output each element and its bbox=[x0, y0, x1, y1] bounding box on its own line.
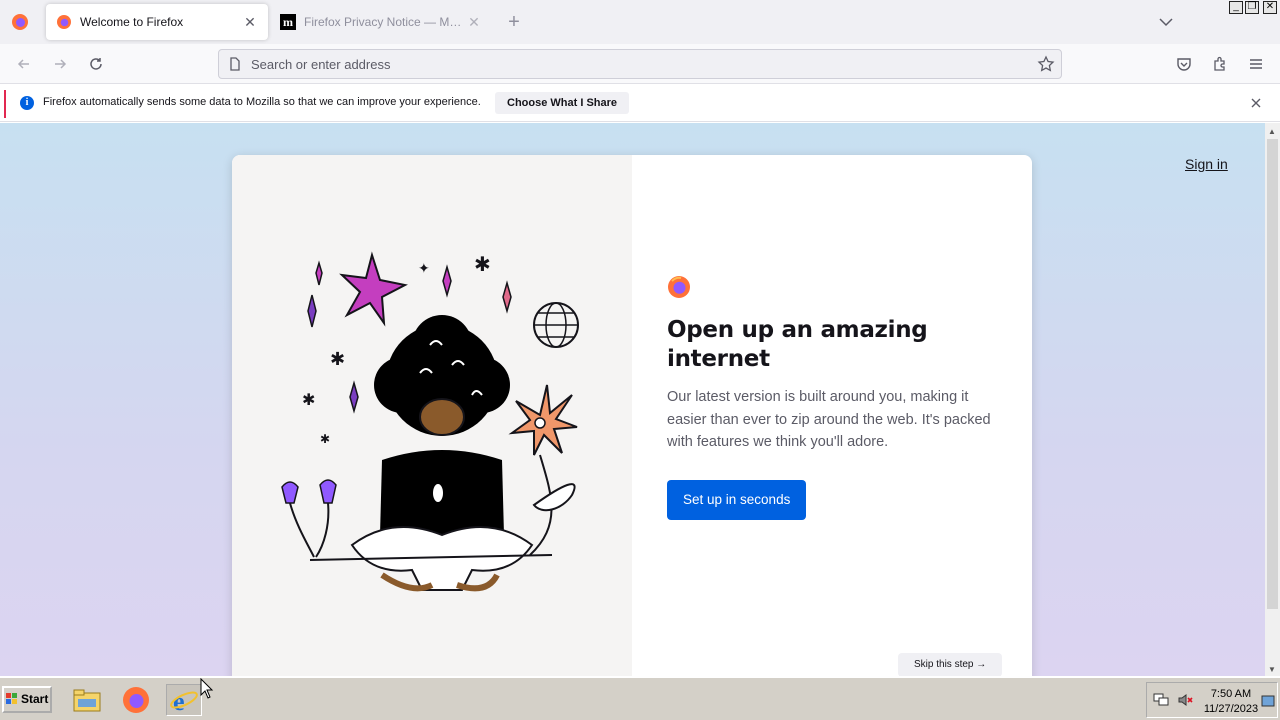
svg-text:✱: ✱ bbox=[320, 432, 330, 446]
person-with-laptop-illustration: ✱ ✱ ✱ ✱ ✦ bbox=[281, 251, 579, 592]
bookmark-star-icon[interactable] bbox=[1037, 55, 1055, 73]
url-input[interactable] bbox=[251, 50, 1011, 78]
clock-time: 7:50 AM bbox=[1210, 688, 1252, 700]
notification-accent bbox=[4, 90, 6, 118]
scroll-down-icon[interactable]: ▼ bbox=[1268, 665, 1276, 674]
firefox-logo-icon bbox=[668, 276, 690, 298]
skip-label: Skip this step bbox=[914, 659, 974, 670]
restore-icon[interactable]: ❐ bbox=[1245, 1, 1259, 14]
page-scrollbar[interactable]: ▲ ▼ bbox=[1265, 123, 1280, 676]
minimize-icon[interactable]: _ bbox=[1229, 1, 1243, 14]
svg-text:✱: ✱ bbox=[330, 349, 345, 370]
new-tab-icon[interactable]: + bbox=[503, 11, 525, 33]
data-collection-notification: i Firefox automatically sends some data … bbox=[0, 85, 1280, 122]
scroll-up-icon[interactable]: ▲ bbox=[1268, 127, 1276, 136]
illustration-panel: ✱ ✱ ✱ ✱ ✦ bbox=[232, 155, 632, 676]
show-desktop-icon[interactable] bbox=[1261, 695, 1275, 707]
arrow-right-icon: → bbox=[976, 659, 987, 670]
forward-icon[interactable] bbox=[48, 52, 72, 76]
set-up-button[interactable]: Set up in seconds bbox=[667, 479, 807, 520]
notification-message: Firefox automatically sends some data to… bbox=[43, 96, 481, 108]
back-icon[interactable] bbox=[12, 52, 36, 76]
file-explorer-icon[interactable] bbox=[69, 684, 105, 716]
reload-icon[interactable] bbox=[84, 52, 108, 76]
close-window-icon[interactable]: ✕ bbox=[1263, 1, 1277, 14]
close-notification-icon[interactable] bbox=[1248, 95, 1264, 111]
windows-flag-icon bbox=[6, 693, 17, 704]
skip-this-step-button[interactable]: Skip this step → bbox=[898, 653, 1003, 676]
navigation-toolbar bbox=[0, 44, 1280, 84]
volume-muted-icon[interactable] bbox=[1177, 693, 1193, 707]
clock-date: 11/27/2023 bbox=[1203, 703, 1259, 715]
app-menu-icon[interactable] bbox=[1244, 52, 1268, 76]
svg-text:✱: ✱ bbox=[474, 252, 491, 276]
close-tab-icon[interactable]: ✕ bbox=[242, 14, 258, 30]
network-icon[interactable] bbox=[1153, 693, 1169, 707]
choose-what-i-share-button[interactable]: Choose What I Share bbox=[495, 92, 630, 114]
internet-explorer-icon[interactable]: e bbox=[166, 684, 202, 716]
firefox-favicon-icon bbox=[57, 15, 71, 29]
start-label: Start bbox=[21, 692, 49, 706]
page-title: Open up an amazing internet bbox=[667, 317, 928, 372]
address-bar[interactable] bbox=[218, 49, 1062, 79]
list-all-tabs-icon[interactable] bbox=[1156, 12, 1176, 32]
welcome-content: Open up an amazing internet Our latest v… bbox=[667, 275, 1007, 520]
welcome-page: Sign in ✱ ✱ ✱ ✱ ✦ Open up an amazing int… bbox=[0, 123, 1265, 676]
page-description: Our latest version is built around you, … bbox=[667, 389, 991, 450]
tab-title: Firefox Privacy Notice — Mozilla bbox=[304, 15, 466, 29]
tab-strip: Welcome to Firefox ✕ m Firefox Privacy N… bbox=[0, 0, 1280, 44]
firefox-taskbar-icon[interactable] bbox=[118, 684, 154, 716]
mouse-cursor-icon bbox=[200, 678, 214, 699]
pocket-icon[interactable] bbox=[1172, 52, 1196, 76]
page-icon bbox=[230, 57, 240, 71]
svg-text:✱: ✱ bbox=[302, 390, 315, 409]
tab-welcome[interactable]: Welcome to Firefox ✕ bbox=[46, 4, 268, 40]
extensions-icon[interactable] bbox=[1208, 52, 1232, 76]
tab-title: Welcome to Firefox bbox=[80, 15, 184, 29]
info-icon: i bbox=[20, 96, 34, 110]
onboarding-card: ✱ ✱ ✱ ✱ ✦ Open up an amazing internet Ou… bbox=[232, 155, 1032, 676]
mozilla-favicon-icon: m bbox=[280, 14, 296, 30]
taskbar: Start e 7:50 AM 11/27/2023 bbox=[0, 677, 1280, 720]
close-tab-icon[interactable]: ✕ bbox=[466, 14, 482, 30]
firefox-menu-icon[interactable] bbox=[10, 12, 30, 32]
scrollbar-thumb[interactable] bbox=[1267, 139, 1278, 609]
sign-in-link[interactable]: Sign in bbox=[1185, 156, 1228, 172]
tab-privacy-notice[interactable]: m Firefox Privacy Notice — Mozilla ✕ bbox=[270, 4, 492, 40]
clock[interactable]: 7:50 AM 11/27/2023 bbox=[1203, 687, 1259, 717]
system-tray: 7:50 AM 11/27/2023 bbox=[1146, 682, 1278, 718]
start-button[interactable]: Start bbox=[2, 686, 52, 713]
svg-text:✦: ✦ bbox=[418, 261, 430, 277]
